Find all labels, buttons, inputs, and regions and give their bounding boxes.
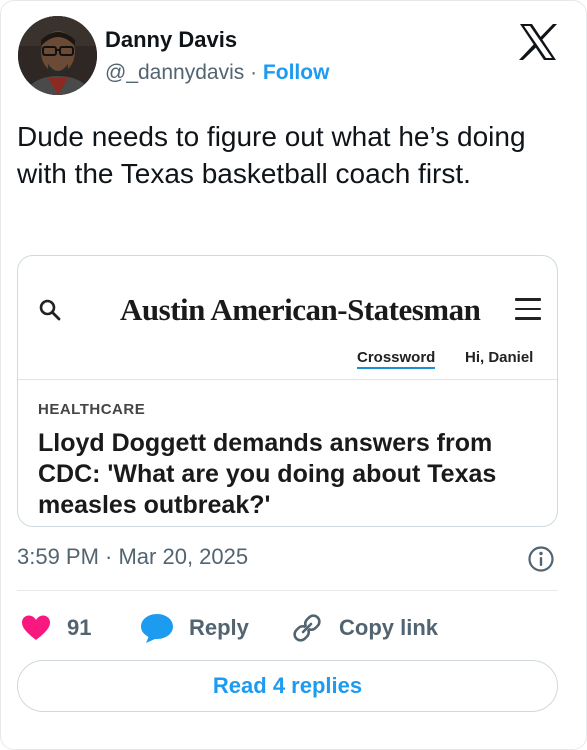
heart-icon (22, 615, 50, 640)
read-replies-button[interactable]: Read 4 replies (17, 660, 558, 712)
reply-button[interactable]: Reply (139, 608, 249, 648)
site-masthead[interactable]: Austin American-Statesman (120, 292, 481, 328)
hamburger-menu-icon[interactable] (515, 298, 541, 320)
search-icon[interactable] (38, 298, 62, 322)
action-bar: 91 Reply Copy link (17, 608, 558, 648)
avatar[interactable] (18, 16, 97, 95)
copy-link-label: Copy link (339, 615, 439, 640)
author-handle-row: @_dannydavis · Follow (105, 61, 329, 85)
section-label: HEALTHCARE (38, 401, 146, 418)
crossword-link[interactable]: Crossword (357, 349, 436, 369)
follow-button[interactable]: Follow (263, 61, 330, 84)
speech-bubble-icon (141, 614, 173, 643)
article-headline[interactable]: Lloyd Doggett demands answers from CDC: … (38, 428, 548, 521)
user-greeting[interactable]: Hi, Daniel (465, 349, 533, 366)
like-count: 91 (67, 615, 92, 640)
reply-label: Reply (189, 615, 249, 640)
tweet-timestamp[interactable]: 3:59 PM · Mar 20, 2025 (17, 544, 248, 570)
divider (17, 590, 558, 591)
x-logo-icon[interactable] (518, 23, 558, 61)
link-icon (293, 614, 321, 642)
tweet-text: Dude needs to figure out what he’s doing… (17, 121, 526, 189)
author-handle[interactable]: @_dannydavis (105, 61, 244, 84)
read-replies-label: Read 4 replies (212, 673, 363, 698)
author-name[interactable]: Danny Davis (105, 27, 237, 53)
tweet-embed: Danny Davis @_dannydavis · Follow Dude n… (0, 0, 587, 750)
link-preview-card[interactable]: Austin American-Statesman Crossword Hi, … (17, 255, 558, 527)
site-header: Austin American-Statesman Crossword Hi, … (18, 256, 557, 380)
info-icon[interactable] (527, 545, 555, 573)
handle-separator: · (244, 61, 263, 84)
copy-link-button[interactable]: Copy link (289, 608, 438, 648)
like-button[interactable]: 91 (21, 608, 91, 648)
